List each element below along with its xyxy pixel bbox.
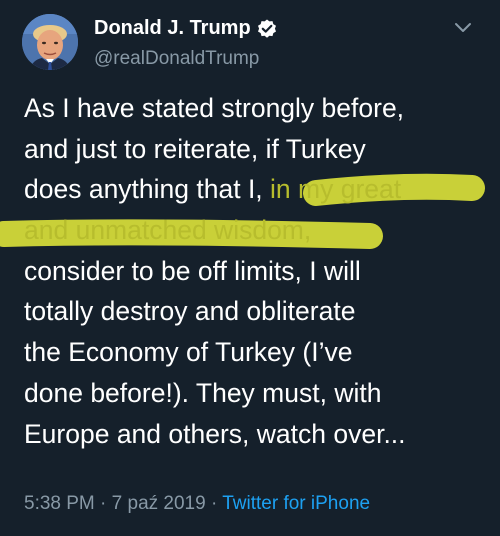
tweet-date[interactable]: 7 paź 2019: [112, 493, 206, 514]
tweet-body-text-segment: the Economy of Turkey (I’ve: [24, 337, 353, 368]
tweet-body-line: As I have stated strongly before,: [24, 88, 492, 129]
tweet-body-line: totally destroy and obliterate: [24, 291, 492, 332]
tweet-body-text-segment: and just to reiterate, if Turkey: [24, 133, 366, 164]
tweet-body-text-segment: totally destroy and obliterate: [24, 296, 356, 327]
avatar[interactable]: [22, 14, 78, 70]
tweet-body-line: Europe and others, watch over...: [24, 414, 492, 455]
author-display-name[interactable]: Donald J. Trump: [94, 17, 277, 40]
verified-badge-icon: [257, 19, 277, 39]
tweet-card: Donald J. Trump @realDonaldTrump As I ha…: [0, 0, 500, 536]
meta-separator: ·: [100, 493, 112, 514]
author-name-text: Donald J. Trump: [94, 17, 251, 39]
tweet-body-line: and unmatched wisdom,: [24, 210, 492, 251]
tweet-body-line: does anything that I, in my great: [24, 169, 492, 210]
chevron-down-icon[interactable]: [452, 20, 474, 36]
highlighted-text-segment: in my great: [270, 174, 402, 205]
tweet-body-line: done before!). They must, with: [24, 373, 492, 414]
avatar-image: [22, 14, 78, 70]
tweet-metadata: 5:38 PM · 7 paź 2019 · Twitter for iPhon…: [24, 493, 370, 515]
tweet-body-text-segment: consider to be off limits, I will: [24, 255, 361, 286]
author-handle[interactable]: @realDonaldTrump: [94, 48, 259, 70]
tweet-body-line: the Economy of Turkey (I’ve: [24, 332, 492, 373]
tweet-time[interactable]: 5:38 PM: [24, 493, 95, 514]
tweet-body-line: consider to be off limits, I will: [24, 251, 492, 292]
tweet-body-text-segment: does anything that I,: [24, 174, 271, 205]
tweet-body-text: As I have stated strongly before, and jus…: [24, 88, 492, 454]
tweet-body-text-segment: Europe and others, watch over...: [24, 418, 406, 449]
highlighted-text-segment: and unmatched wisdom,: [24, 215, 312, 246]
tweet-body-text-segment: done before!). They must, with: [24, 377, 382, 408]
meta-separator: ·: [210, 493, 223, 514]
tweet-body-text-segment: As I have stated strongly before,: [24, 93, 405, 123]
tweet-source-link[interactable]: Twitter for iPhone: [222, 493, 370, 514]
tweet-body-line: and just to reiterate, if Turkey: [24, 129, 492, 170]
